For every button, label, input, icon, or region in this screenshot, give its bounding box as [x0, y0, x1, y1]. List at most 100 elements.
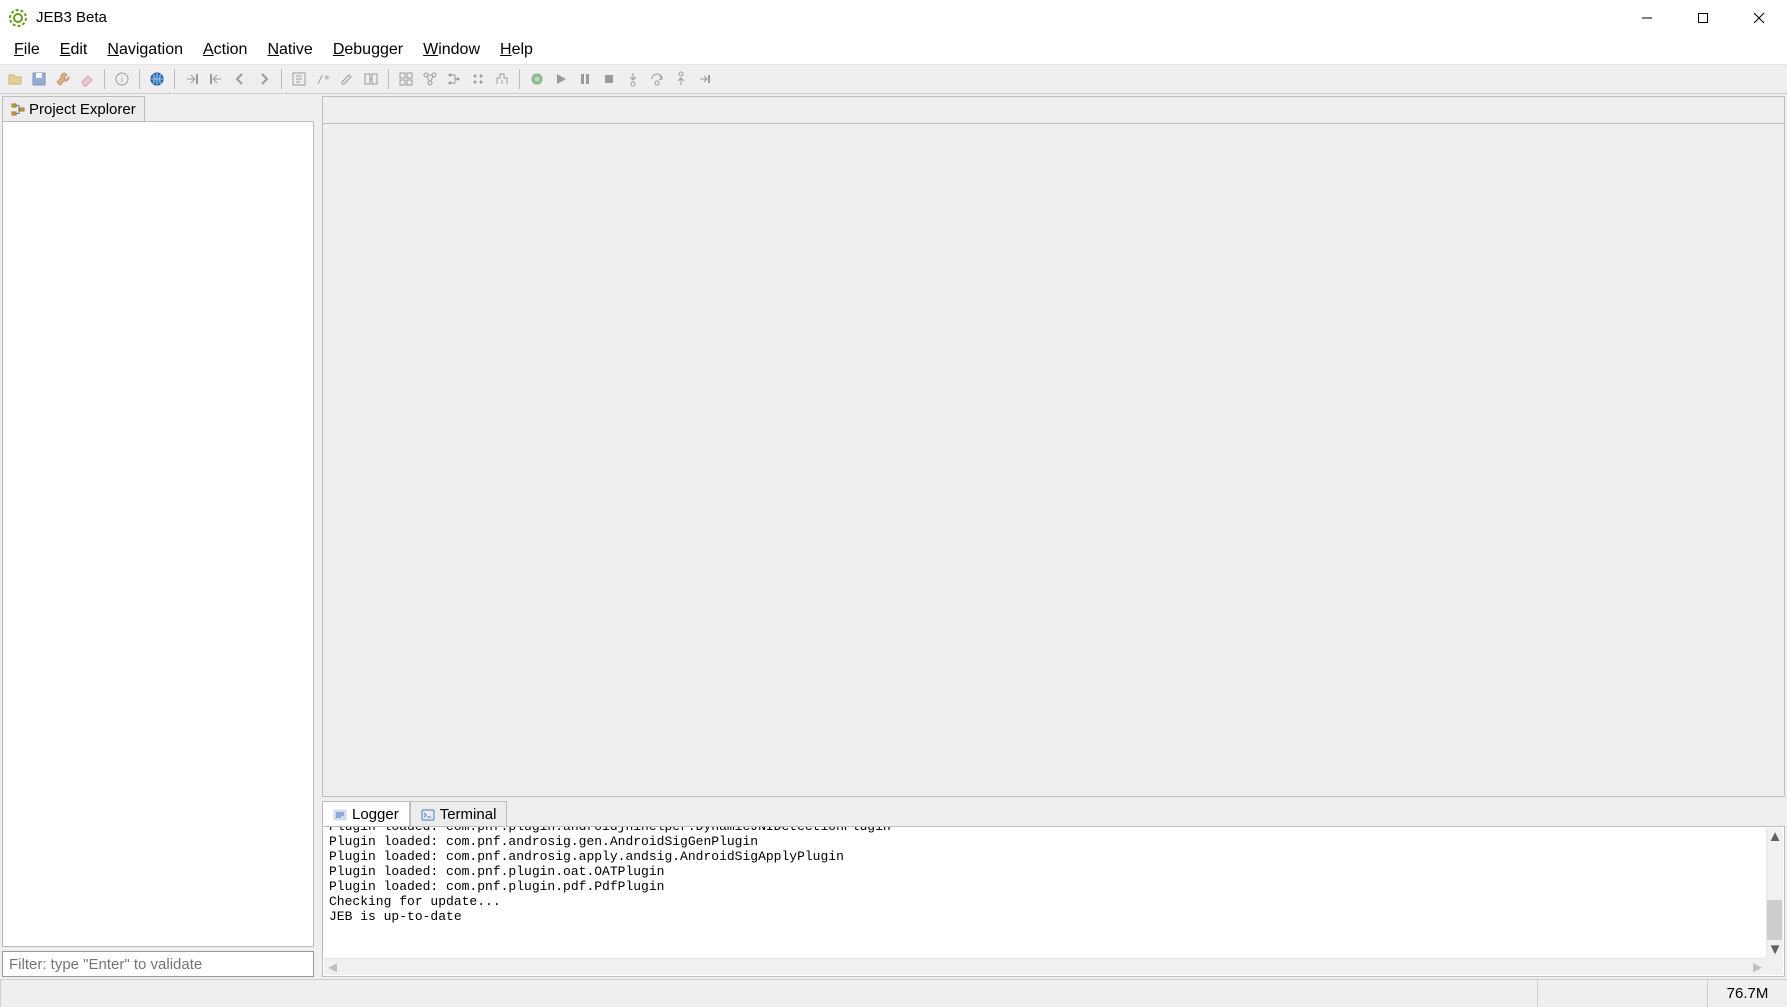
project-tree-icon	[11, 103, 25, 117]
view-grid-button[interactable]	[395, 68, 417, 90]
project-explorer-panel: Project Explorer	[0, 94, 322, 979]
project-explorer-tab[interactable]: Project Explorer	[2, 96, 145, 122]
nav-forward-button[interactable]	[253, 68, 275, 90]
debug-stepover-button[interactable]	[646, 68, 668, 90]
toolbar: i /*	[0, 64, 1787, 94]
view-tree-icon	[446, 71, 462, 87]
nav-forward-icon	[256, 71, 272, 87]
jump-to-icon	[184, 71, 200, 87]
debug-stop-button[interactable]	[598, 68, 620, 90]
view-hex-button[interactable]	[467, 68, 489, 90]
status-message	[0, 980, 1537, 1007]
close-button[interactable]	[1731, 0, 1787, 36]
menu-native[interactable]: Native	[257, 38, 322, 62]
menu-file[interactable]: File	[4, 38, 50, 62]
eraser-icon	[79, 71, 95, 87]
menu-debugger[interactable]: Debugger	[323, 38, 413, 62]
window-title: JEB3 Beta	[36, 9, 107, 26]
terminal-tab[interactable]: Terminal	[410, 801, 508, 827]
open-button[interactable]	[4, 68, 26, 90]
status-middle	[1537, 980, 1707, 1007]
comment-button[interactable]: /*	[312, 68, 334, 90]
debug-start-button[interactable]	[526, 68, 548, 90]
view-nav-button[interactable]	[491, 68, 513, 90]
maximize-button[interactable]	[1675, 0, 1731, 36]
debug-stepinto-button[interactable]	[622, 68, 644, 90]
toolbar-separator	[281, 69, 282, 89]
scroll-thumb[interactable]	[1767, 900, 1782, 940]
logger-tab[interactable]: Logger	[322, 801, 410, 827]
xrefs-icon	[363, 71, 379, 87]
debug-runto-icon	[697, 71, 713, 87]
debug-stepinto-icon	[625, 71, 641, 87]
wrench-button[interactable]	[52, 68, 74, 90]
menu-navigation[interactable]: Navigation	[97, 38, 193, 62]
logger-view: Plugin loaded: com.pnf.plugin.androidjni…	[322, 826, 1785, 977]
menu-help[interactable]: Help	[490, 38, 543, 62]
view-hex-icon	[470, 71, 486, 87]
menubar: FileEditNavigationActionNativeDebuggerWi…	[0, 36, 1787, 64]
jump-to-button[interactable]	[181, 68, 203, 90]
debug-stepout-icon	[673, 71, 689, 87]
view-grid-icon	[398, 71, 414, 87]
debug-pause-icon	[577, 71, 593, 87]
eraser-button[interactable]	[76, 68, 98, 90]
info-button[interactable]: i	[111, 68, 133, 90]
logger-vscroll[interactable]: ▲ ▼	[1766, 828, 1783, 958]
editor-area	[322, 96, 1785, 797]
titlebar: JEB3 Beta	[0, 0, 1787, 36]
logger-text[interactable]: Plugin loaded: com.pnf.plugin.androidjni…	[323, 826, 1766, 924]
view-graph-icon	[422, 71, 438, 87]
menu-window[interactable]: Window	[413, 38, 490, 62]
xrefs-button[interactable]	[360, 68, 382, 90]
jump-back-icon	[208, 71, 224, 87]
app-icon	[8, 8, 28, 28]
open-icon	[7, 71, 23, 87]
debug-runto-button[interactable]	[694, 68, 716, 90]
menu-action[interactable]: Action	[193, 38, 257, 62]
debug-continue-icon	[553, 71, 569, 87]
menu-edit[interactable]: Edit	[50, 38, 98, 62]
status-memory: 76.7M	[1707, 980, 1787, 1007]
info-icon: i	[114, 71, 130, 87]
decompile-icon	[291, 71, 307, 87]
scroll-right-icon[interactable]: ►	[1749, 959, 1766, 976]
debug-stepover-icon	[649, 71, 665, 87]
svg-text:/*: /*	[317, 73, 330, 86]
rename-icon	[339, 71, 355, 87]
scroll-down-icon[interactable]: ▼	[1767, 941, 1784, 958]
nav-back-icon	[232, 71, 248, 87]
project-tree[interactable]	[2, 121, 314, 947]
project-filter-input[interactable]	[2, 951, 314, 977]
project-explorer-tab-label: Project Explorer	[29, 101, 136, 118]
view-graph-button[interactable]	[419, 68, 441, 90]
terminal-tab-label: Terminal	[440, 806, 497, 823]
debug-stop-icon	[601, 71, 617, 87]
view-nav-icon	[494, 71, 510, 87]
save-icon	[31, 71, 47, 87]
jump-back-button[interactable]	[205, 68, 227, 90]
decompile-button[interactable]	[288, 68, 310, 90]
globe-icon	[149, 71, 165, 87]
save-button[interactable]	[28, 68, 50, 90]
minimize-button[interactable]	[1619, 0, 1675, 36]
terminal-icon	[421, 808, 435, 822]
logger-hscroll[interactable]: ◄ ►	[324, 958, 1766, 975]
debug-continue-button[interactable]	[550, 68, 572, 90]
debug-start-icon	[529, 71, 545, 87]
debug-pause-button[interactable]	[574, 68, 596, 90]
scroll-up-icon[interactable]: ▲	[1767, 828, 1784, 845]
wrench-icon	[55, 71, 71, 87]
rename-button[interactable]	[336, 68, 358, 90]
nav-back-button[interactable]	[229, 68, 251, 90]
logger-icon	[333, 808, 347, 822]
scroll-left-icon[interactable]: ◄	[324, 959, 341, 976]
debug-stepout-button[interactable]	[670, 68, 692, 90]
view-tree-button[interactable]	[443, 68, 465, 90]
bottom-panel: Logger Terminal Plugin loaded: com.pnf.p…	[322, 801, 1785, 977]
logger-tab-label: Logger	[352, 806, 399, 823]
project-filter	[2, 951, 314, 977]
globe-button[interactable]	[146, 68, 168, 90]
svg-text:i: i	[121, 74, 124, 84]
toolbar-separator	[174, 69, 175, 89]
